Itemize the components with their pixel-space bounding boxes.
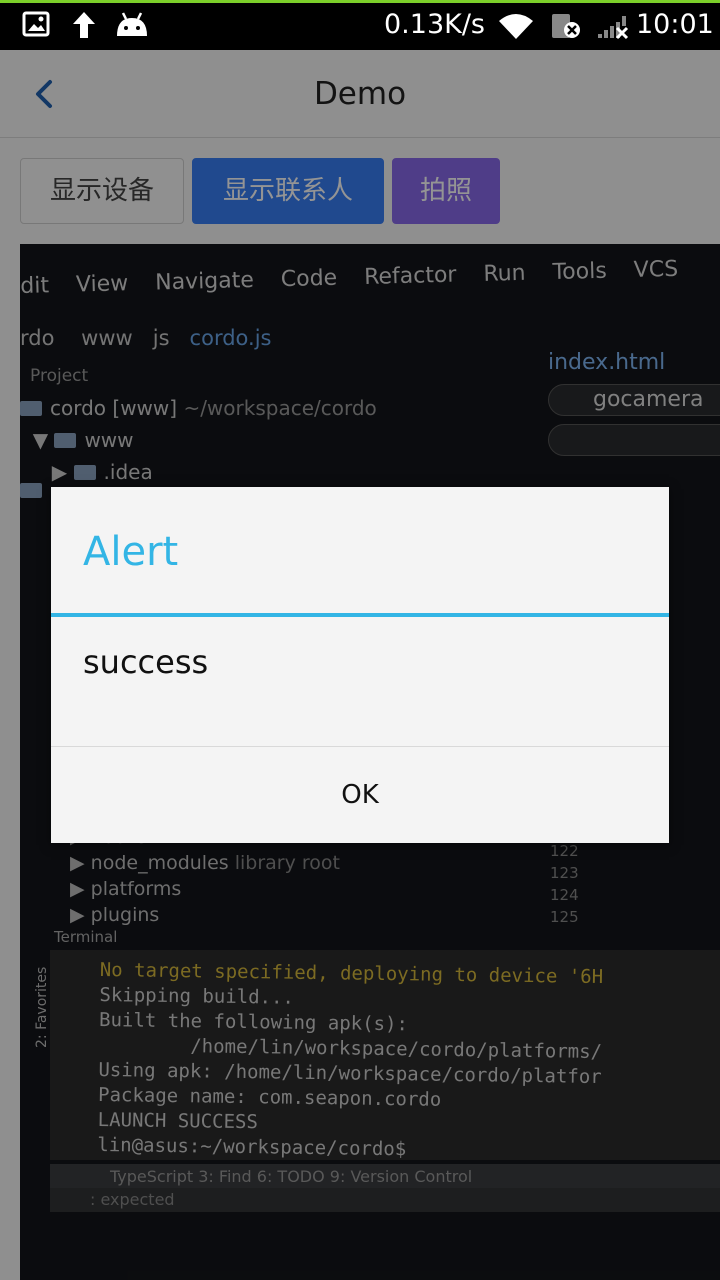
- upload-arrow-icon: [70, 10, 98, 44]
- status-bar: 0.13K/s 10:01: [0, 0, 720, 50]
- alert-dialog: Alert success OK: [51, 487, 669, 843]
- dialog-title-divider: [51, 613, 669, 617]
- ok-button[interactable]: OK: [51, 747, 669, 843]
- wifi-icon: [498, 12, 534, 44]
- image-notification-icon: [22, 10, 50, 42]
- network-speed: 0.13K/s: [384, 9, 485, 40]
- dialog-title: Alert: [83, 529, 179, 575]
- android-icon: [114, 10, 150, 42]
- signal-no-service-icon: [596, 12, 632, 44]
- clock: 10:01: [636, 9, 714, 40]
- screen: 0.13K/s 10:01 Demo 显示设备 显示联系人 拍照 dit Vie…: [0, 0, 720, 1280]
- sim-no-service-icon: [550, 12, 582, 44]
- status-bar-accent-line: [0, 0, 720, 3]
- dialog-message: success: [83, 643, 209, 681]
